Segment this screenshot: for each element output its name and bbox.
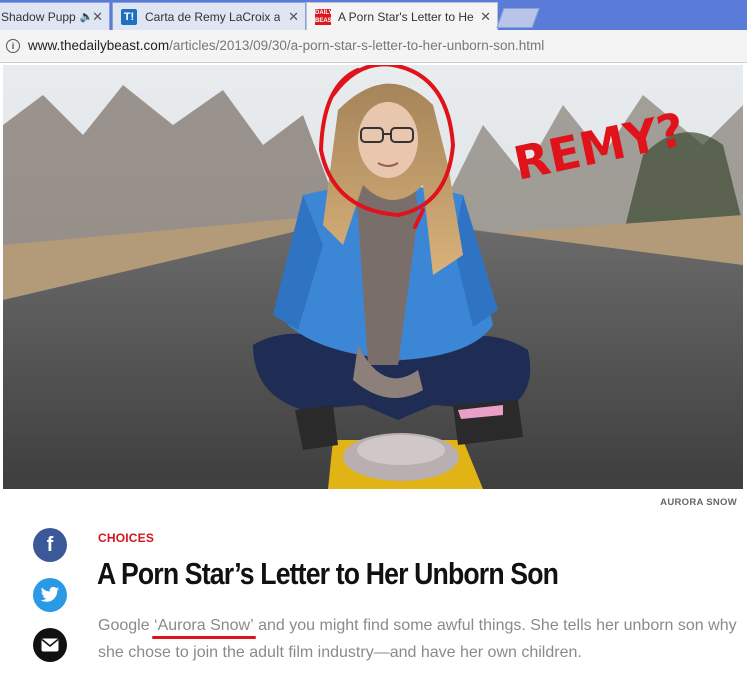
close-icon[interactable]: ✕ (480, 9, 491, 25)
tab-carta-remy[interactable]: T! Carta de Remy LaCroix a ✕ (112, 2, 306, 30)
email-share-button[interactable] (33, 628, 67, 662)
tab-shadow-puppets[interactable]: Shadow Pupp 🔈 ✕ (0, 2, 110, 30)
red-underline-annotation (152, 636, 256, 639)
url-field[interactable]: www.thedailybeast.com/articles/2013/09/3… (28, 38, 544, 53)
facebook-share-button[interactable]: f (33, 528, 67, 562)
close-icon[interactable]: ✕ (288, 9, 299, 25)
dek-highlight: ‘Aurora Snow’ (152, 617, 256, 639)
hero-illustration: REMY? (3, 65, 743, 489)
tab-title: Shadow Pupp (1, 9, 76, 24)
twitter-share-button[interactable] (33, 578, 67, 612)
hero-photo[interactable]: REMY? (3, 65, 743, 489)
close-icon[interactable]: ✕ (92, 9, 103, 25)
tab-title: Carta de Remy LaCroix a (145, 9, 281, 24)
facebook-icon: f (46, 533, 54, 556)
photo-credit: AURORA SNOW (660, 497, 737, 508)
tab-daily-beast-active[interactable]: DAILY BEAST A Porn Star's Letter to He ✕ (306, 2, 498, 30)
daily-beast-icon: DAILY BEAST (315, 8, 336, 25)
section-kicker-link[interactable]: CHOICES (98, 531, 154, 545)
article-dek: Google ‘Aurora Snow’ and you might find … (98, 612, 738, 666)
twitter-icon (40, 586, 60, 602)
article-headline: A Porn Star’s Letter to Her Unborn Son (97, 556, 559, 591)
url-domain: www.thedailybeast.com (28, 38, 170, 53)
envelope-icon (41, 638, 59, 652)
site-favicon-icon: T! (121, 8, 137, 25)
url-path: /articles/2013/09/30/a-porn-star-s-lette… (169, 38, 545, 53)
dek-highlight-text: ‘Aurora Snow’ (154, 617, 254, 634)
new-tab-button[interactable] (496, 8, 540, 28)
info-icon[interactable]: i (6, 39, 20, 53)
tab-strip: Shadow Pupp 🔈 ✕ T! Carta de Remy LaCroix… (0, 0, 747, 30)
tab-title: A Porn Star's Letter to He (338, 9, 474, 24)
address-bar[interactable]: i www.thedailybeast.com/articles/2013/09… (0, 30, 747, 63)
dek-text-before: Google (98, 617, 155, 634)
